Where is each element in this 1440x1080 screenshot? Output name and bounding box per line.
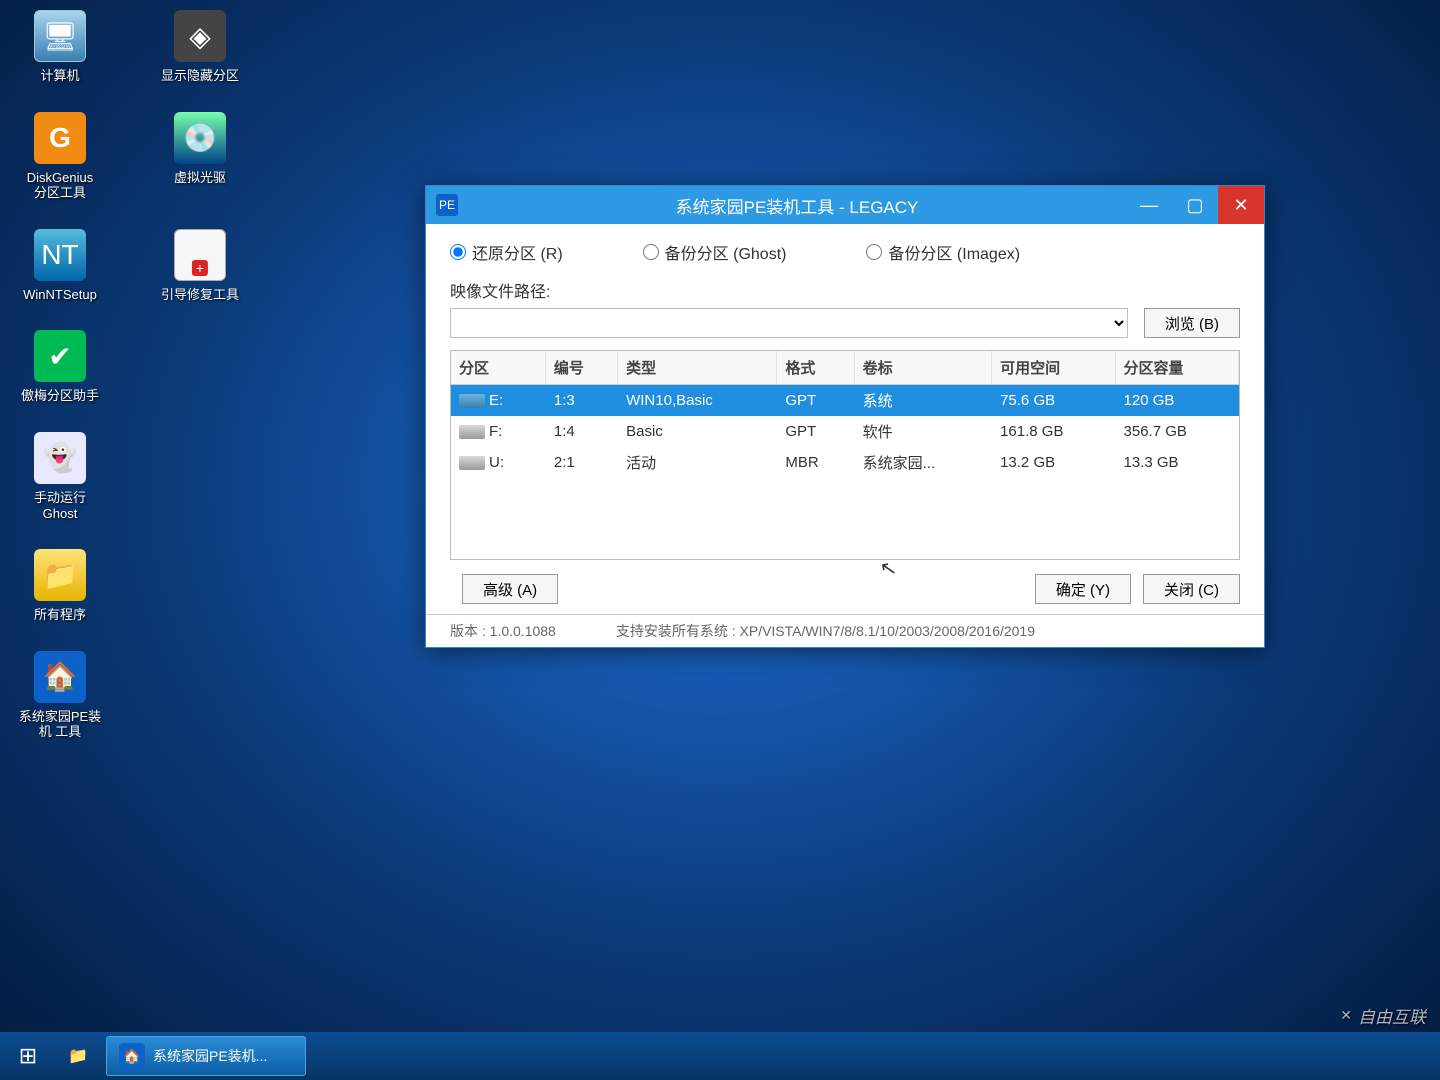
desktop-icon-diskgenius[interactable]: GDiskGenius 分区工具	[10, 112, 110, 201]
toolbox-icon	[174, 229, 226, 281]
drive-icon	[459, 394, 485, 408]
table-row[interactable]: E:1:3WIN10,BasicGPT系统75.6 GB120 GB	[451, 385, 1239, 417]
table-row[interactable]: F:1:4BasicGPT软件161.8 GB356.7 GB	[451, 416, 1239, 447]
ok-button[interactable]: 确定 (Y)	[1035, 574, 1131, 604]
drive-icon	[459, 425, 485, 439]
pe-installer-window: PE 系统家园PE装机工具 - LEGACY ― ▢ ✕ 还原分区 (R) 备份…	[425, 185, 1265, 648]
app-icon: PE	[436, 194, 458, 216]
window-title: 系统家园PE装机工具 - LEGACY	[468, 193, 1126, 218]
close-button[interactable]: ✕	[1218, 186, 1264, 224]
computer-icon: 🖥	[34, 10, 86, 62]
titlebar[interactable]: PE 系统家园PE装机工具 - LEGACY ― ▢ ✕	[426, 186, 1264, 224]
cancel-button[interactable]: 关闭 (C)	[1143, 574, 1240, 604]
desktop-icon-computer[interactable]: 🖥计算机	[10, 10, 110, 84]
pe-tool-icon: 🏠	[34, 651, 86, 703]
taskbar-item-pe-tool[interactable]: 🏠 系统家园PE装机...	[106, 1036, 306, 1076]
statusbar: 版本 : 1.0.0.1088 支持安装所有系统 : XP/VISTA/WIN7…	[426, 614, 1264, 647]
drive-icon	[459, 456, 485, 470]
support-text: 支持安装所有系统 : XP/VISTA/WIN7/8/8.1/10/2003/2…	[616, 621, 1240, 641]
radio-restore[interactable]: 还原分区 (R)	[450, 240, 563, 264]
taskbar-explorer[interactable]: 📁	[56, 1036, 100, 1076]
desktop-icon-ghost[interactable]: 👻手动运行 Ghost	[10, 432, 110, 521]
desktop-icon-aomei[interactable]: ✔傲梅分区助手	[10, 330, 110, 404]
folder-icon: 📁	[34, 549, 86, 601]
cd-icon: 💿	[174, 112, 226, 164]
desktop: 🖥计算机 ◈显示隐藏分区 GDiskGenius 分区工具 💿虚拟光驱 NTWi…	[10, 10, 250, 740]
minimize-button[interactable]: ―	[1126, 186, 1172, 224]
ghost-icon: 👻	[34, 432, 86, 484]
version-text: 版本 : 1.0.0.1088	[450, 621, 556, 641]
desktop-icon-all-programs[interactable]: 📁所有程序	[10, 549, 110, 623]
browse-button[interactable]: 浏览 (B)	[1144, 308, 1240, 338]
pe-tool-icon: 🏠	[119, 1043, 145, 1069]
maximize-button[interactable]: ▢	[1172, 186, 1218, 224]
disk-icon: ◈	[174, 10, 226, 62]
desktop-icon-pe-tool[interactable]: 🏠系统家园PE装 机 工具	[10, 651, 110, 740]
taskbar: ⊞ 📁 🏠 系统家园PE装机...	[0, 1032, 1440, 1080]
radio-backup-ghost[interactable]: 备份分区 (Ghost)	[643, 240, 787, 264]
table-row[interactable]: U:2:1活动MBR系统家园...13.2 GB13.3 GB	[451, 447, 1239, 478]
desktop-icon-virtual-cd[interactable]: 💿虚拟光驱	[150, 112, 250, 201]
image-path-select[interactable]	[450, 308, 1128, 338]
aomei-icon: ✔	[34, 330, 86, 382]
advanced-button[interactable]: 高级 (A)	[462, 574, 558, 604]
start-button[interactable]: ⊞	[6, 1036, 50, 1076]
table-header-row: 分区 编号 类型 格式 卷标 可用空间 分区容量	[451, 351, 1239, 385]
mode-radio-group: 还原分区 (R) 备份分区 (Ghost) 备份分区 (Imagex)	[450, 240, 1240, 264]
image-path-label: 映像文件路径:	[450, 278, 550, 302]
desktop-icon-winntsetup[interactable]: NTWinNTSetup	[10, 229, 110, 303]
desktop-icon-show-hidden[interactable]: ◈显示隐藏分区	[150, 10, 250, 84]
partition-table[interactable]: 分区 编号 类型 格式 卷标 可用空间 分区容量 E:1:3WIN10,Basi…	[450, 350, 1240, 560]
watermark: 自由互联	[1340, 1003, 1426, 1028]
diskgenius-icon: G	[34, 112, 86, 164]
desktop-icon-boot-repair[interactable]: 引导修复工具	[150, 229, 250, 303]
winntsetup-icon: NT	[34, 229, 86, 281]
radio-backup-imagex[interactable]: 备份分区 (Imagex)	[866, 240, 1020, 264]
